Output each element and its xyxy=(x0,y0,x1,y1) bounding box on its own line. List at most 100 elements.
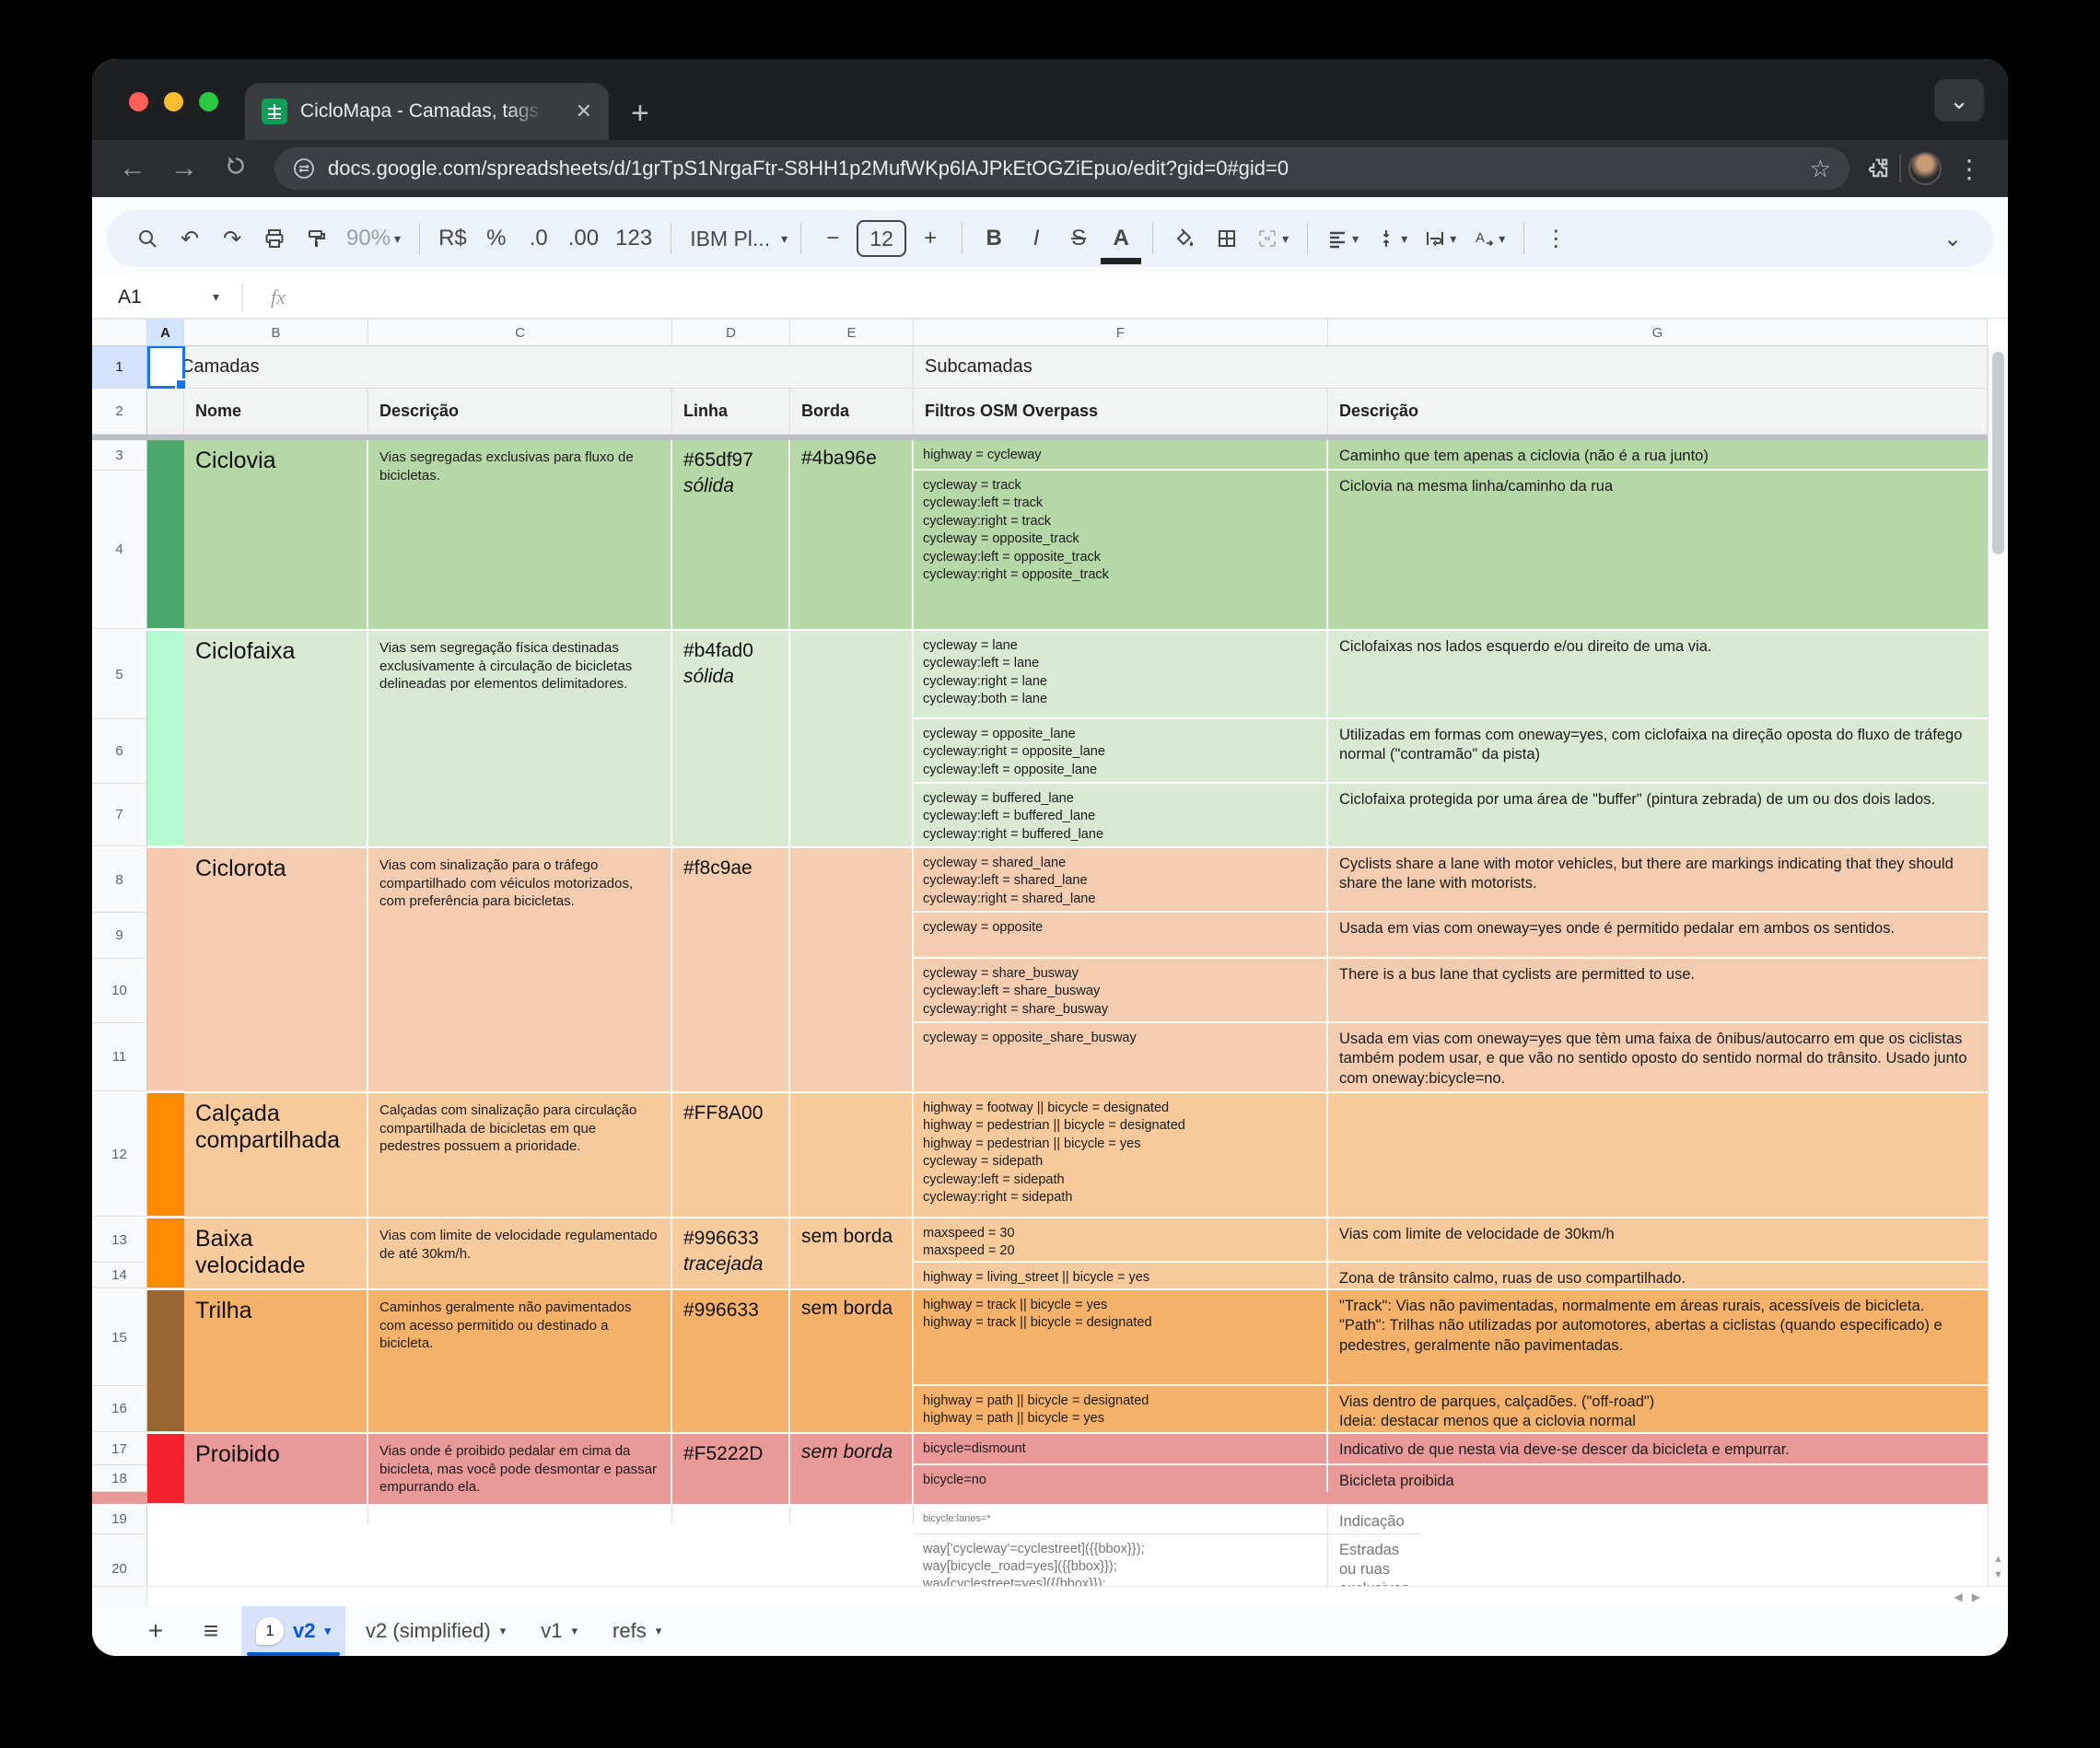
add-sheet-button[interactable]: + xyxy=(131,1616,181,1646)
scroll-right-icon[interactable]: ▶ xyxy=(1972,1591,1980,1603)
line-style-cell[interactable]: #f8c9ae xyxy=(672,848,790,1091)
cell-a1-selected[interactable] xyxy=(147,346,184,389)
undo-button[interactable]: ↶ xyxy=(171,218,208,259)
osm-filter-cell[interactable]: highway = track || bicycle = yes highway… xyxy=(914,1290,1328,1384)
sublayer-desc-cell[interactable]: Indicação de uma faixa de uma vida dedic… xyxy=(1328,1506,1420,1533)
paint-format-button[interactable] xyxy=(298,218,335,259)
layer-color-cell[interactable] xyxy=(147,1506,184,1524)
osm-filter-cell[interactable]: maxspeed = 30 maxspeed = 20 xyxy=(914,1218,1328,1261)
menus-search-button[interactable] xyxy=(129,218,166,259)
cell-subcamadas[interactable]: Subcamadas xyxy=(914,346,1988,389)
font-size-input[interactable]: 12 xyxy=(857,220,906,257)
layer-name-cell[interactable]: Trilha xyxy=(184,1290,368,1432)
sublayer-desc-cell[interactable]: Utilizadas em formas com oneway=yes, com… xyxy=(1328,719,1988,782)
row-header-18[interactable]: 18 xyxy=(92,1465,147,1492)
column-header-c[interactable]: C xyxy=(368,320,672,345)
name-box[interactable]: A1 ▾ xyxy=(109,286,228,309)
minimize-window-button[interactable] xyxy=(164,92,183,111)
scroll-up-icon[interactable]: ▲ xyxy=(1993,1554,2003,1565)
column-header-e[interactable]: E xyxy=(790,320,914,345)
border-style-cell[interactable]: #4ba96e xyxy=(790,440,914,629)
header-filtros-osm[interactable]: Filtros OSM Overpass xyxy=(914,389,1328,435)
sheet-tab-menu-icon[interactable]: ▾ xyxy=(324,1624,331,1638)
select-all-corner[interactable] xyxy=(92,320,147,345)
row-header-15[interactable]: 15 xyxy=(92,1290,147,1386)
bookmark-star-icon[interactable]: ☆ xyxy=(1810,155,1831,183)
row-header-3[interactable]: 3 xyxy=(92,440,147,471)
layer-name-cell[interactable]: Ciclofaixa xyxy=(184,631,368,846)
osm-filter-cell[interactable]: highway = path || bicycle = designated h… xyxy=(914,1386,1328,1432)
forward-button[interactable]: → xyxy=(162,155,206,182)
fill-color-button[interactable] xyxy=(1166,218,1203,259)
osm-filter-cell[interactable]: cycleway = share_busway cycleway:left = … xyxy=(914,959,1328,1021)
sublayer-desc-cell[interactable]: Ciclofaixas nos lados esquerdo e/ou dire… xyxy=(1328,631,1988,717)
sheet-tab-refs[interactable]: refs ▾ xyxy=(598,1606,676,1656)
border-style-cell[interactable] xyxy=(790,1093,914,1217)
italic-button[interactable]: I xyxy=(1018,218,1055,259)
row-header-14[interactable]: 14 xyxy=(92,1263,147,1288)
sublayer-desc-cell[interactable]: Indicativo de que nesta via deve-se desc… xyxy=(1328,1434,1988,1463)
line-style-cell[interactable]: #F5222D xyxy=(672,1434,790,1504)
border-style-cell[interactable]: sem borda xyxy=(790,1218,914,1288)
scroll-down-icon[interactable]: ▼ xyxy=(1993,1569,2003,1580)
layer-desc-cell[interactable] xyxy=(368,1506,672,1524)
row-header-20[interactable]: 20 xyxy=(92,1534,147,1587)
format-percent-button[interactable]: % xyxy=(478,218,515,259)
scrollbar-thumb[interactable] xyxy=(1992,352,2004,554)
sublayer-desc-cell[interactable]: "Track": Vias não pavimentadas, normalme… xyxy=(1328,1290,1988,1384)
header-descricao-2[interactable]: Descrição xyxy=(1328,389,1988,435)
back-button[interactable]: ← xyxy=(111,155,155,182)
decrease-decimal-button[interactable]: .0 xyxy=(520,218,557,259)
sheet-tab-menu-icon[interactable]: ▾ xyxy=(572,1624,578,1638)
font-family-select[interactable]: IBM Pl... xyxy=(684,218,776,259)
row-header-11[interactable]: 11 xyxy=(92,1023,147,1091)
toolbar-more-button[interactable]: ⋮ xyxy=(1537,218,1574,259)
increase-font-size-button[interactable]: + xyxy=(912,218,949,259)
borders-button[interactable] xyxy=(1208,218,1245,259)
osm-filter-cell[interactable]: cycleway = shared_lane cycleway:left = s… xyxy=(914,848,1328,911)
osm-filter-cell[interactable]: bicycle=dismount xyxy=(914,1434,1328,1463)
layer-name-cell[interactable]: Ciclovia xyxy=(184,440,368,629)
sublayer-desc-cell[interactable] xyxy=(1328,1093,1988,1217)
decrease-font-size-button[interactable]: − xyxy=(814,218,851,259)
line-style-cell[interactable]: #996633tracejada xyxy=(672,1218,790,1288)
sublayer-desc-cell[interactable]: Estradas ou ruas exclusivas para bicicle… xyxy=(1328,1534,1420,1587)
more-formats-button[interactable]: 123 xyxy=(610,218,658,259)
osm-filter-cell[interactable]: highway = living_street || bicycle = yes xyxy=(914,1263,1328,1288)
layer-desc-cell[interactable]: Vias com limite de velocidade regulament… xyxy=(368,1218,672,1288)
collapse-toolbar-button[interactable]: ⌄ xyxy=(1934,218,1971,259)
bold-button[interactable]: B xyxy=(975,218,1012,259)
column-header-a[interactable]: A xyxy=(147,320,184,345)
cell-camadas[interactable]: Camadas xyxy=(184,346,914,389)
zoom-select[interactable]: 90% ▾ xyxy=(341,218,406,259)
all-sheets-button[interactable]: ≡ xyxy=(186,1616,236,1646)
border-style-cell[interactable] xyxy=(790,631,914,846)
border-style-cell[interactable]: sem borda xyxy=(790,1290,914,1432)
site-settings-icon[interactable] xyxy=(293,157,315,180)
address-bar[interactable]: docs.google.com/spreadsheets/d/1grTpS1Nr… xyxy=(274,147,1849,190)
sheet-tab-menu-icon[interactable]: ▾ xyxy=(500,1624,507,1638)
osm-filter-cell[interactable]: bicycle=no xyxy=(914,1465,1328,1492)
osm-filter-cell[interactable]: cycleway = track cycleway:left = track c… xyxy=(914,471,1328,629)
layer-color-cell[interactable] xyxy=(147,1093,184,1217)
sheet-tab-v2-simplified[interactable]: v2 (simplified) ▾ xyxy=(351,1606,520,1656)
column-header-b[interactable]: B xyxy=(184,320,368,345)
header-nome[interactable]: Nome xyxy=(184,389,368,435)
sublayer-desc-cell[interactable]: Bicicleta proibida xyxy=(1328,1465,1988,1492)
layer-name-cell[interactable]: Baixa velocidade xyxy=(184,1218,368,1288)
strikethrough-button[interactable]: S xyxy=(1060,218,1097,259)
redo-button[interactable]: ↷ xyxy=(214,218,251,259)
osm-filter-cell[interactable]: highway = footway || bicycle = designate… xyxy=(914,1093,1328,1217)
row-header-19[interactable]: 19 xyxy=(92,1506,147,1534)
osm-filter-cell[interactable]: cycleway = buffered_lane cycleway:left =… xyxy=(914,784,1328,846)
header-descricao[interactable]: Descrição xyxy=(368,389,672,435)
row-header-12[interactable]: 12 xyxy=(92,1093,147,1217)
line-style-cell[interactable]: #b4fad0sólida xyxy=(672,631,790,846)
layer-color-cell[interactable] xyxy=(147,848,184,1091)
column-header-d[interactable]: D xyxy=(672,320,790,345)
osm-filter-cell[interactable]: bicycle:lanes=* xyxy=(914,1506,1328,1533)
row-header-2[interactable]: 2 xyxy=(92,389,147,435)
border-style-cell[interactable] xyxy=(790,1506,914,1524)
scroll-left-icon[interactable]: ◀ xyxy=(1954,1591,1963,1603)
layer-name-cell[interactable]: Calçada compartilhada xyxy=(184,1093,368,1217)
